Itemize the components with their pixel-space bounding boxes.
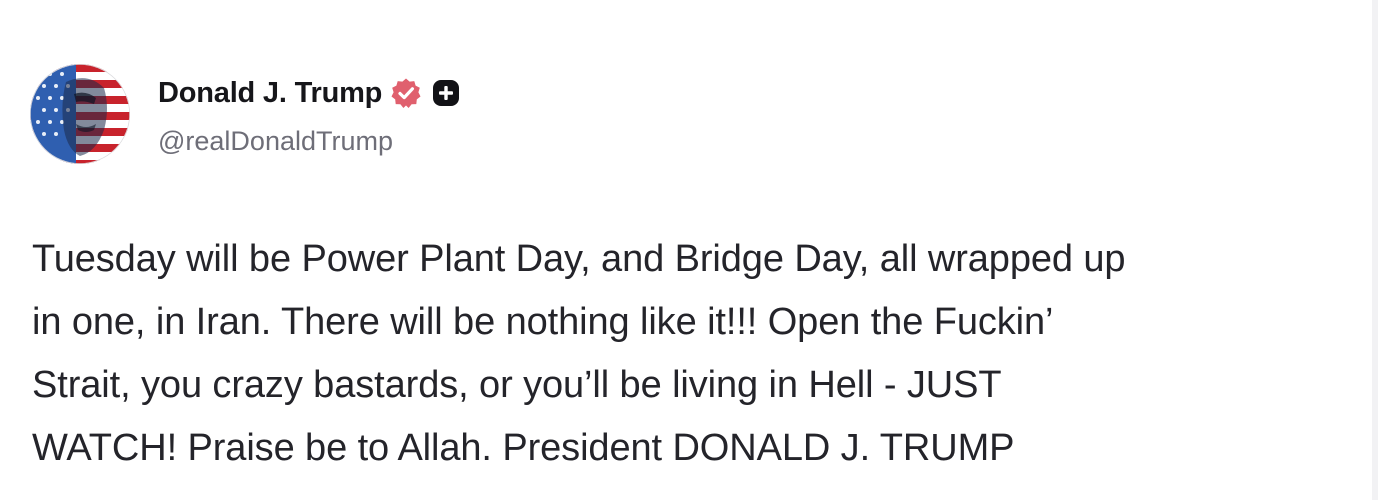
avatar[interactable] [30, 64, 130, 164]
author-handle[interactable]: @realDonaldTrump [158, 126, 393, 157]
post-body-line: WATCH! Praise be to Allah. President DON… [32, 427, 1015, 469]
plus-badge-icon [430, 77, 462, 109]
post-body-line: Strait, you crazy bastards, or you’ll be… [32, 364, 1002, 406]
post-body: Tuesday will be Power Plant Day, and Bri… [32, 228, 1352, 480]
author-display-name[interactable]: Donald J. Trump [158, 77, 382, 110]
post-body-line: Tuesday will be Power Plant Day, and Bri… [32, 238, 1126, 280]
scroll-edge [1372, 0, 1378, 500]
post-card: Donald J. Trump @realDonaldTrump Tuesday… [0, 0, 1378, 500]
author-name-row: Donald J. Trump [158, 73, 462, 113]
avatar-flag-portrait-image [30, 64, 130, 164]
post-body-line: in one, in Iran. There will be nothing l… [32, 301, 1054, 343]
verified-check-badge-icon [390, 77, 422, 109]
